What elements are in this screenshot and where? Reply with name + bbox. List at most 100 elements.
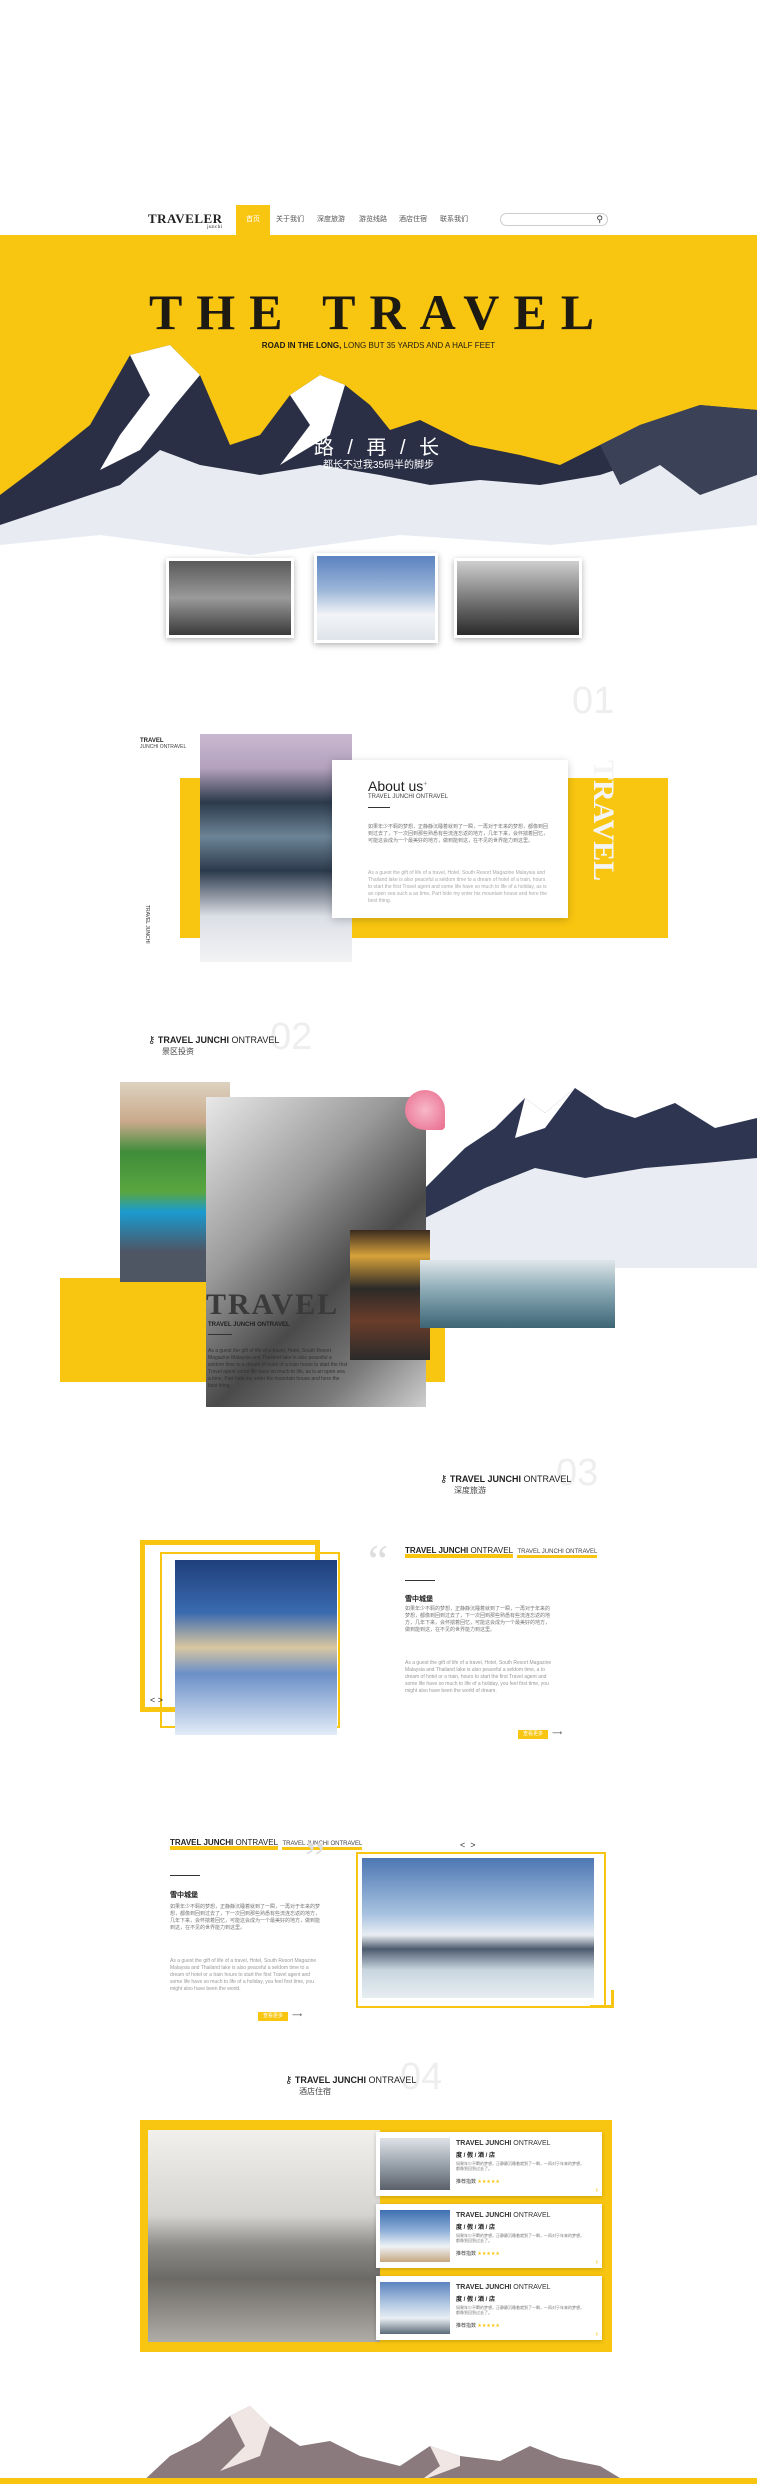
hotel-rating: 推荐指数 ★★★★★ bbox=[456, 2179, 500, 2185]
sec2-overlay-text: As a guest the gift of life of a travel,… bbox=[208, 1348, 348, 1389]
hotel-card[interactable]: TRAVEL JUNCHI ONTRAVEL 度 / 假 / 酒 / 店 如果年… bbox=[376, 2204, 602, 2268]
hero-banner: THE TRAVEL ROAD IN THE LONG, LONG BUT 35… bbox=[0, 235, 757, 580]
search-input[interactable]: ⚲ bbox=[500, 213, 608, 226]
hero-cn-subtitle: 都长不过我35码半的脚步 bbox=[322, 460, 435, 471]
nav-item-about[interactable]: 关于我们 bbox=[273, 205, 307, 235]
search-icon[interactable]: ⚲ bbox=[596, 214, 603, 225]
nav-item-deep-travel[interactable]: 深度旅游 bbox=[314, 205, 348, 235]
sec2-woman-photo bbox=[350, 1230, 430, 1360]
sec3b-corner bbox=[590, 1990, 614, 2008]
hotel-title: TRAVEL JUNCHI ONTRAVEL bbox=[456, 2140, 551, 2147]
sec3-divider bbox=[405, 1580, 435, 1581]
sec3b-head: TRAVEL JUNCHI ONTRAVEL TRAVEL JUNCHI ONT… bbox=[170, 1832, 363, 1850]
hotel-desc: 如果年少不羁的梦想，正静静沉睡着就到了一瞬，一再对于年来的梦想，都像到回到过去了… bbox=[456, 2305, 584, 2315]
hotel-thumb bbox=[380, 2282, 450, 2334]
hotel-rating: 推荐指数 ★★★★★ bbox=[456, 2323, 500, 2329]
hotel-title: TRAVEL JUNCHI ONTRAVEL bbox=[456, 2284, 551, 2291]
sec3-castle-photo bbox=[175, 1560, 337, 1735]
gallery-thumb-2[interactable] bbox=[314, 553, 438, 643]
about-label-2: JUNCHI ONTRAVEL bbox=[140, 744, 187, 750]
sec4-cn: 酒店住宿 bbox=[299, 2087, 331, 2096]
star-icon: ★★★★★ bbox=[477, 2251, 500, 2257]
about-divider bbox=[368, 807, 390, 808]
sec3b-more-button[interactable]: 查看更多 bbox=[258, 2012, 288, 2021]
sec3-cn: 深度旅游 bbox=[454, 1486, 486, 1495]
about-side-text: TRAVEL JUNCHI bbox=[144, 905, 150, 944]
sec3b-lake-photo bbox=[362, 1858, 594, 1998]
sec3b-divider bbox=[170, 1875, 200, 1876]
sec3-card-head: TRAVEL JUNCHI ONTRAVEL TRAVEL JUNCHI ONT… bbox=[405, 1540, 598, 1558]
hotel-cn: 度 / 假 / 酒 / 店 bbox=[456, 2297, 496, 2303]
about-photo bbox=[200, 734, 352, 962]
arrow-right-icon[interactable]: ⟶ bbox=[292, 2011, 302, 2019]
about-label: TRAVEL JUNCHI ONTRAVEL bbox=[140, 738, 186, 750]
sec3-more-button[interactable]: 查看更多 bbox=[518, 1730, 548, 1739]
quote-close-icon: ” bbox=[305, 1833, 325, 1883]
about-vertical-word: TRAVEL bbox=[587, 760, 620, 882]
hero-subtitle-bold: ROAD IN THE LONG, bbox=[261, 341, 342, 350]
walker-icon: ⚷ bbox=[285, 2075, 293, 2086]
next-arrow-icon[interactable]: > bbox=[470, 1840, 475, 1850]
chevron-right-icon[interactable]: › bbox=[595, 2185, 598, 2194]
hero-subtitle-rest: LONG BUT 35 YARDS AND A HALF FEET bbox=[341, 341, 496, 350]
hotel-cn: 度 / 假 / 酒 / 店 bbox=[456, 2153, 496, 2159]
sec3-title: 雪中城堡 bbox=[405, 1596, 433, 1603]
prev-arrow-icon[interactable]: < bbox=[150, 1695, 155, 1705]
sec4-heading: ⚷ TRAVEL JUNCHI ONTRAVEL 酒店住宿 bbox=[285, 2075, 417, 2096]
walker-icon: ⚷ bbox=[440, 1474, 448, 1485]
sec3-card-head2: TRAVEL JUNCHI ONTRAVEL bbox=[517, 1549, 598, 1558]
sec2-divider bbox=[208, 1334, 232, 1335]
nav-item-hotels[interactable]: 酒店住宿 bbox=[396, 205, 430, 235]
sec3b-title: 雪中城堡 bbox=[170, 1892, 198, 1899]
nav-item-contact[interactable]: 联系我们 bbox=[437, 205, 471, 235]
sec3b-para-en: As a guest the gift of life of a travel,… bbox=[170, 1958, 317, 1992]
next-arrow-icon[interactable]: > bbox=[158, 1695, 163, 1705]
hero-subtitle: ROAD IN THE LONG, LONG BUT 35 YARDS AND … bbox=[0, 341, 757, 350]
sec2-lake-photo bbox=[420, 1260, 615, 1328]
sec2-heading: ⚷ TRAVEL JUNCHI ONTRAVEL 景区投资 bbox=[148, 1035, 280, 1056]
hotel-title: TRAVEL JUNCHI ONTRAVEL bbox=[456, 2212, 551, 2219]
chevron-right-icon[interactable]: › bbox=[595, 2257, 598, 2266]
sec3-heading: ⚷ TRAVEL JUNCHI ONTRAVEL 深度旅游 bbox=[440, 1474, 572, 1495]
sec3b-para-cn: 如果年少不羁的梦想，正静静沉睡着就到了一瞬，一再对于年来的梦想，都像到回到过去了… bbox=[170, 1904, 321, 1931]
about-para-cn: 如果年少不羁的梦想，正静静沉睡着就到了一瞬，一再对于年来的梦想，都像到回到过去了… bbox=[368, 824, 549, 844]
star-icon: ★★★★★ bbox=[477, 2323, 500, 2329]
about-sub: TRAVEL JUNCHI ONTRAVEL bbox=[368, 794, 448, 800]
sec3-para-cn: 如果年少不羁的梦想，正静静沉睡着就到了一瞬，一再对于年来的梦想，都像到回到过去了… bbox=[405, 1606, 551, 1633]
hotel-card[interactable]: TRAVEL JUNCHI ONTRAVEL 度 / 假 / 酒 / 店 如果年… bbox=[376, 2132, 602, 2196]
gallery-thumb-3[interactable] bbox=[454, 558, 582, 638]
hotel-thumb bbox=[380, 2138, 450, 2190]
nav-item-routes[interactable]: 游览线路 bbox=[356, 205, 390, 235]
top-nav: TRAVELER junchi 首页 关于我们 深度旅游 游览线路 酒店住宿 联… bbox=[0, 205, 757, 235]
sec2-overlay-sub: TRAVEL JUNCHI ONTRAVEL bbox=[208, 1322, 290, 1328]
hotel-rating: 推荐指数 ★★★★★ bbox=[456, 2251, 500, 2257]
hotel-thumb bbox=[380, 2210, 450, 2262]
footer-mountains bbox=[0, 2406, 757, 2484]
walker-icon: ⚷ bbox=[148, 1035, 156, 1046]
about-para-en: As a guest the gift of life of a travel,… bbox=[368, 870, 547, 904]
section-number-01: 01 bbox=[572, 680, 615, 722]
arrow-right-icon[interactable]: ⟶ bbox=[552, 1729, 562, 1737]
nav-item-home[interactable]: 首页 bbox=[236, 205, 270, 235]
about-card: About us+ TRAVEL JUNCHI ONTRAVEL 如果年少不羁的… bbox=[332, 760, 568, 918]
sec2-mountain-photo bbox=[425, 1068, 757, 1268]
hotel-desc: 如果年少不羁的梦想，正静静沉睡着就到了一瞬，一再对于年来的梦想，都像到回到过去了… bbox=[456, 2161, 584, 2171]
hero-title: THE TRAVEL bbox=[148, 284, 609, 340]
quote-open-icon: “ bbox=[368, 1536, 388, 1586]
site-logo[interactable]: TRAVELER junchi bbox=[148, 211, 223, 230]
about-heading: About us+ bbox=[368, 778, 428, 794]
sec3-nav: < > bbox=[150, 1695, 163, 1705]
prev-arrow-icon[interactable]: < bbox=[460, 1840, 465, 1850]
hotel-card[interactable]: TRAVEL JUNCHI ONTRAVEL 度 / 假 / 酒 / 店 如果年… bbox=[376, 2276, 602, 2340]
hotel-cn: 度 / 假 / 酒 / 店 bbox=[456, 2225, 496, 2231]
sec2-overlay-title: TRAVEL bbox=[206, 1288, 340, 1321]
sec2-cn: 景区投资 bbox=[162, 1047, 194, 1056]
sec2-lotus-photo bbox=[405, 1090, 445, 1130]
star-icon: ★★★★★ bbox=[477, 2179, 500, 2185]
logo-text: TRAVELER bbox=[148, 211, 223, 226]
gallery-thumb-1[interactable] bbox=[166, 558, 294, 638]
sec3b-nav: < > bbox=[460, 1840, 476, 1850]
chevron-right-icon[interactable]: › bbox=[595, 2329, 598, 2338]
sec4-resort-photo bbox=[148, 2130, 380, 2342]
hotel-desc: 如果年少不羁的梦想，正静静沉睡着就到了一瞬，一再对于年来的梦想，都像到回到过去了… bbox=[456, 2233, 584, 2243]
